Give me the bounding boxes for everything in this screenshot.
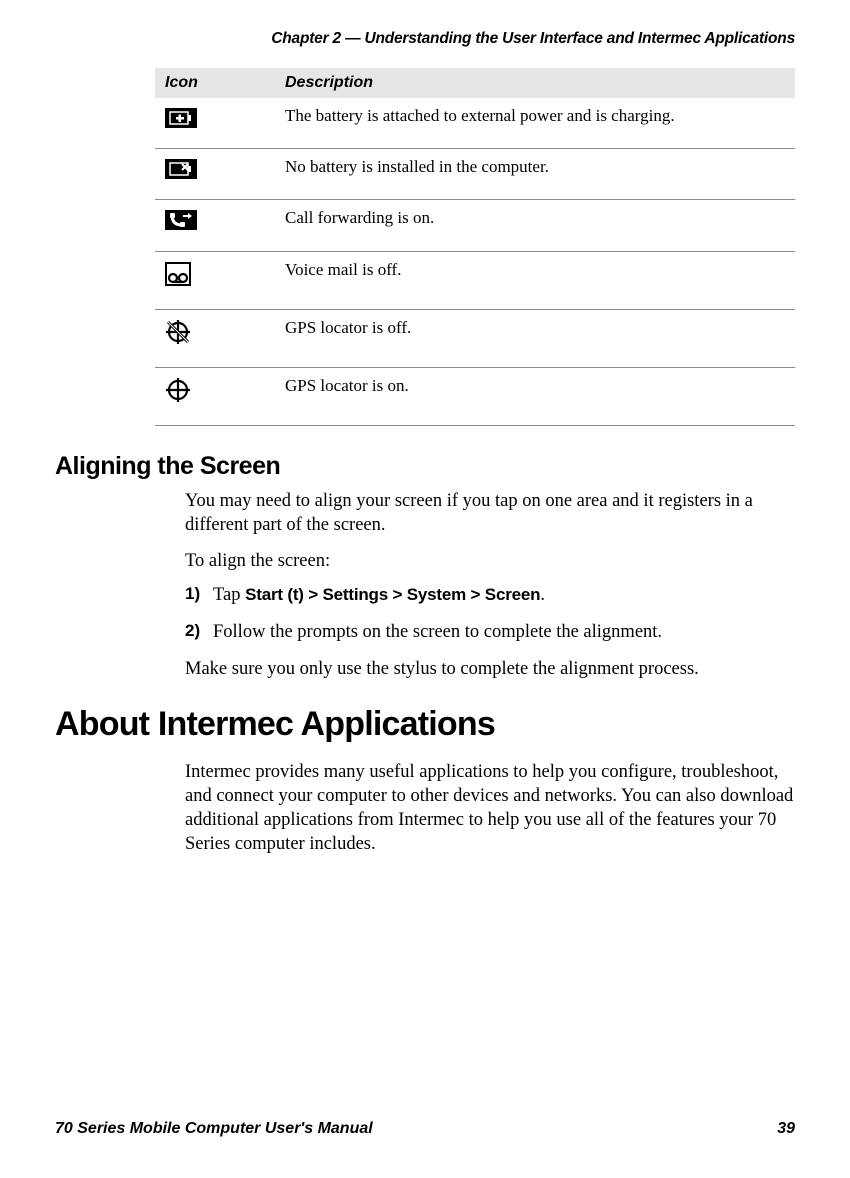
heading-aligning-screen: Aligning the Screen (55, 452, 795, 481)
table-row: No battery is installed in the computer. (155, 149, 795, 200)
description-cell: The battery is attached to external powe… (275, 98, 795, 149)
page: Chapter 2 — Understanding the User Inter… (0, 0, 850, 1178)
step-post: . (540, 585, 545, 605)
list-item: 2) Follow the prompts on the screen to c… (185, 620, 795, 645)
voicemail-off-icon (165, 262, 189, 284)
icon-cell (155, 310, 275, 368)
description-cell: GPS locator is on. (275, 368, 795, 426)
step-text: Follow the prompts on the screen to comp… (213, 620, 662, 645)
table-row: GPS locator is off. (155, 310, 795, 368)
th-icon: Icon (155, 68, 275, 98)
step-text: Tap Start (t) > Settings > System > Scre… (213, 583, 545, 608)
page-number: 39 (777, 1120, 795, 1138)
steps-list: 1) Tap Start (t) > Settings > System > S… (185, 583, 795, 645)
step-pre: Tap (213, 585, 245, 605)
icon-cell (155, 368, 275, 426)
list-item: 1) Tap Start (t) > Settings > System > S… (185, 583, 795, 608)
gps-on-icon (165, 378, 189, 400)
footer: 70 Series Mobile Computer User's Manual … (55, 1120, 795, 1138)
th-description: Description (275, 68, 795, 98)
table-row: Call forwarding is on. (155, 200, 795, 252)
icon-cell (155, 200, 275, 252)
step-bold: Start (t) > Settings > System > Screen (245, 585, 540, 604)
table-row: GPS locator is on. (155, 368, 795, 426)
icon-cell (155, 98, 275, 149)
paragraph: To align the screen: (185, 549, 795, 573)
step-number: 2) (185, 620, 213, 645)
description-cell: Voice mail is off. (275, 252, 795, 310)
description-cell: GPS locator is off. (275, 310, 795, 368)
step-number: 1) (185, 583, 213, 608)
paragraph: Make sure you only use the stylus to com… (185, 657, 795, 681)
description-cell: Call forwarding is on. (275, 200, 795, 252)
description-cell: No battery is installed in the computer. (275, 149, 795, 200)
battery-charging-icon (165, 108, 197, 128)
no-battery-icon (165, 159, 197, 179)
table-row: The battery is attached to external powe… (155, 98, 795, 149)
running-head: Chapter 2 — Understanding the User Inter… (55, 30, 795, 48)
icon-cell (155, 252, 275, 310)
table-row: Voice mail is off. (155, 252, 795, 310)
call-forwarding-icon (165, 210, 197, 230)
paragraph: Intermec provides many useful applicatio… (185, 760, 795, 856)
step-pre: Follow the prompts on the screen to comp… (213, 622, 662, 642)
heading-about-intermec: About Intermec Applications (55, 705, 795, 744)
footer-title: 70 Series Mobile Computer User's Manual (55, 1120, 373, 1138)
paragraph: You may need to align your screen if you… (185, 489, 795, 537)
icon-description-table: Icon Description The battery is at (155, 68, 795, 426)
icon-cell (155, 149, 275, 200)
gps-off-icon (165, 320, 189, 342)
